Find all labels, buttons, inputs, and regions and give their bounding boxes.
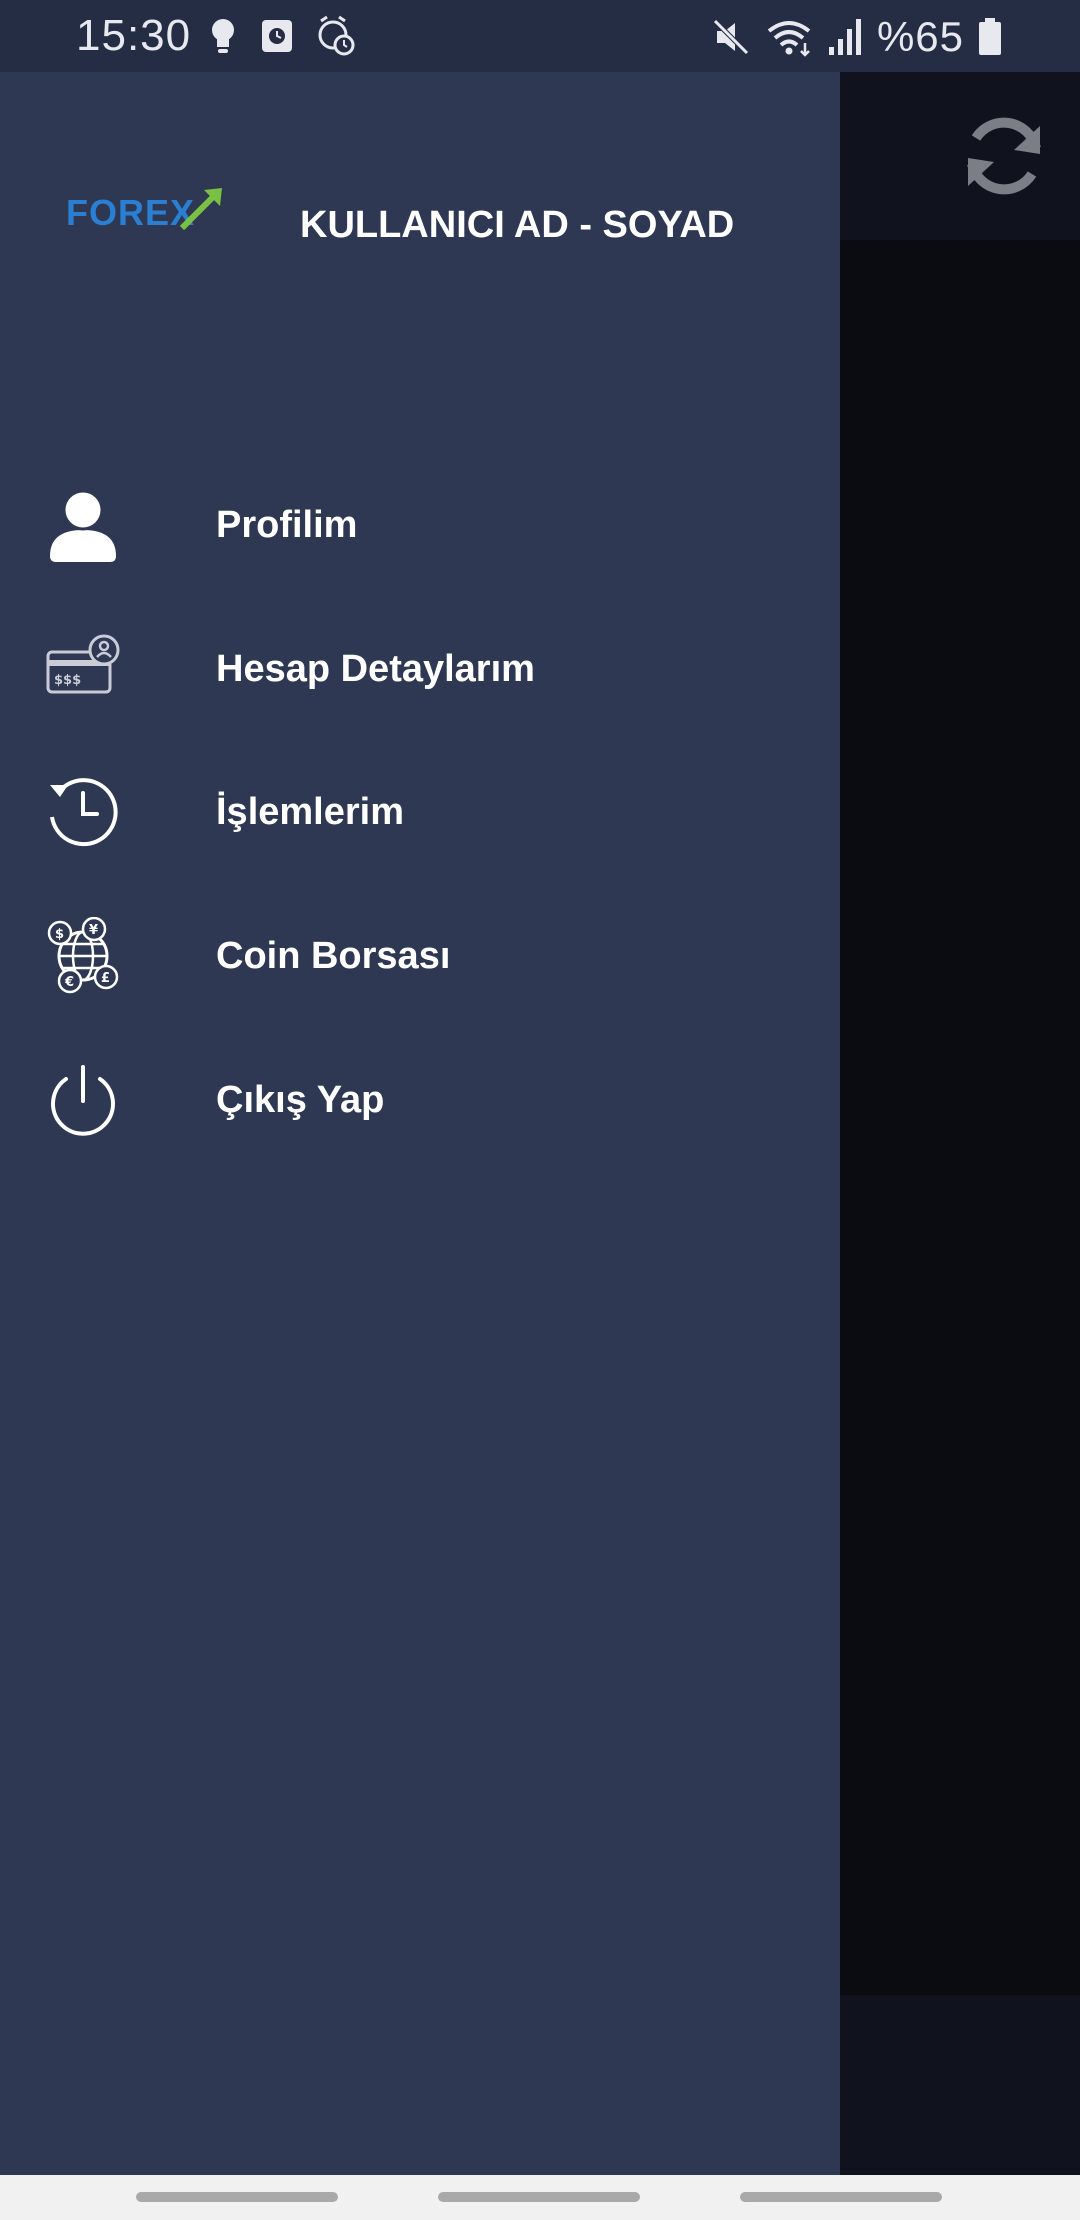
trend-arrow-icon bbox=[179, 188, 222, 231]
history-icon bbox=[50, 778, 118, 847]
menu-item-profile[interactable]: Profilim bbox=[0, 462, 840, 582]
mute-icon bbox=[713, 19, 749, 55]
menu-item-logout[interactable]: Çıkış Yap bbox=[0, 1037, 840, 1157]
user-icon bbox=[50, 489, 116, 562]
nav-home-button[interactable] bbox=[438, 2192, 640, 2202]
logo-text: FOREX bbox=[66, 192, 196, 233]
svg-text:¥: ¥ bbox=[89, 923, 98, 938]
svg-text:€: € bbox=[64, 975, 74, 990]
signal-icon bbox=[828, 19, 861, 55]
nav-back-button[interactable] bbox=[740, 2192, 942, 2202]
menu-item-coin-exchange[interactable]: $ ¥ € £ Coin Borsası bbox=[0, 893, 840, 1013]
power-icon bbox=[51, 1065, 115, 1136]
wifi-icon bbox=[767, 21, 811, 57]
app-content bbox=[840, 240, 1080, 1995]
system-navigation-bar bbox=[0, 2175, 1080, 2220]
menu-label: Profilim bbox=[216, 504, 358, 546]
square-clock-icon bbox=[262, 20, 292, 52]
status-bar: 15:30 %65 bbox=[0, 0, 1080, 72]
status-left-icons bbox=[208, 15, 356, 57]
status-time: 15:30 bbox=[76, 11, 192, 60]
battery-icon bbox=[979, 18, 1001, 55]
drawer-header: FOREX KULLANICI AD - SOYAD bbox=[0, 72, 840, 302]
account-card-icon: $$$ bbox=[46, 634, 120, 694]
app-footer bbox=[840, 1995, 1080, 2175]
menu-label: Hesap Detaylarım bbox=[216, 648, 535, 690]
navigation-drawer: FOREX KULLANICI AD - SOYAD Profilim $$$ bbox=[0, 72, 840, 2175]
svg-text:$$$: $$$ bbox=[54, 673, 81, 688]
status-right-icons: %65 bbox=[711, 13, 1002, 61]
alarm-icon bbox=[318, 15, 355, 56]
nav-recents-button[interactable] bbox=[136, 2192, 338, 2202]
svg-text:£: £ bbox=[101, 971, 110, 986]
currency-exchange-icon: $ ¥ € £ bbox=[47, 917, 119, 994]
bulb-icon bbox=[212, 19, 234, 53]
battery-percent: %65 bbox=[876, 13, 964, 60]
user-name: KULLANICI AD - SOYAD bbox=[300, 204, 735, 246]
refresh-icon[interactable] bbox=[956, 108, 1052, 204]
menu-label: Çıkış Yap bbox=[216, 1079, 385, 1121]
svg-text:$: $ bbox=[55, 927, 64, 942]
menu-item-account-details[interactable]: $$$ Hesap Detaylarım bbox=[0, 606, 840, 726]
forex-logo: FOREX bbox=[66, 184, 226, 244]
menu-item-transactions[interactable]: İşlemlerim bbox=[0, 749, 840, 869]
menu-label: İşlemlerim bbox=[216, 791, 404, 833]
menu-label: Coin Borsası bbox=[216, 935, 451, 977]
